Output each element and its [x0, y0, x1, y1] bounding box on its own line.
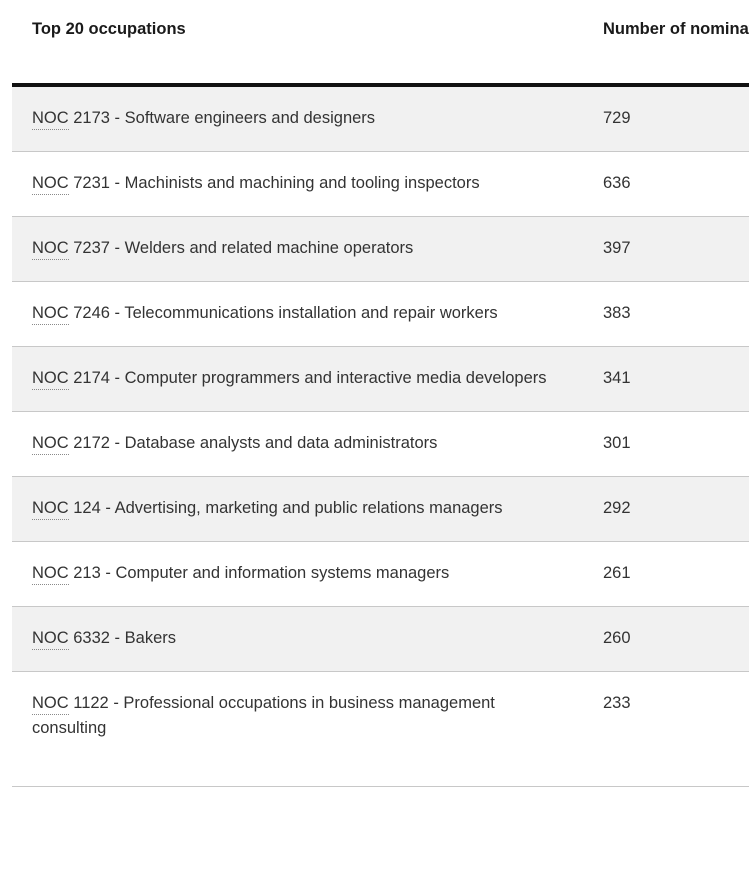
- noc-abbreviation[interactable]: NOC: [32, 369, 69, 390]
- table-row: NOC 124 - Advertising, marketing and pub…: [12, 476, 749, 542]
- occupation-title: Computer programmers and interactive med…: [124, 369, 547, 387]
- cell-nominations: 729: [583, 85, 749, 152]
- occupation-title: Advertising, marketing and public relati…: [114, 499, 503, 517]
- noc-abbreviation[interactable]: NOC: [32, 239, 69, 260]
- code-title-separator: -: [109, 369, 125, 387]
- noc-code: 6332: [68, 629, 110, 647]
- cell-occupation: NOC 213 - Computer and information syste…: [12, 541, 583, 607]
- cell-nominations: 260: [583, 606, 749, 672]
- noc-abbreviation[interactable]: NOC: [32, 564, 69, 585]
- cell-nominations: 383: [583, 281, 749, 347]
- noc-code: 2172: [68, 434, 110, 452]
- occupation-title: Welders and related machine operators: [124, 239, 414, 257]
- noc-abbreviation[interactable]: NOC: [32, 304, 69, 325]
- occupation-title: Software engineers and designers: [124, 109, 376, 127]
- cell-occupation: NOC 1122 - Professional occupations in b…: [12, 671, 583, 787]
- code-title-separator: -: [109, 109, 125, 127]
- occupation-title: Bakers: [124, 629, 176, 647]
- cell-occupation: NOC 2174 - Computer programmers and inte…: [12, 346, 583, 412]
- table-row: NOC 1122 - Professional occupations in b…: [12, 671, 749, 787]
- noc-code: 124: [68, 499, 101, 517]
- occupation-title: Telecommunications installation and repa…: [124, 304, 498, 322]
- table-row: NOC 2174 - Computer programmers and inte…: [12, 346, 749, 412]
- table-row: NOC 2173 - Software engineers and design…: [12, 85, 749, 152]
- code-title-separator: -: [109, 239, 125, 257]
- code-title-separator: -: [109, 434, 125, 452]
- cell-occupation: NOC 2172 - Database analysts and data ad…: [12, 411, 583, 477]
- cell-occupation: NOC 124 - Advertising, marketing and pub…: [12, 476, 583, 542]
- code-title-separator: -: [109, 304, 125, 322]
- table-row: NOC 7231 - Machinists and machining and …: [12, 151, 749, 217]
- noc-abbreviation[interactable]: NOC: [32, 694, 69, 715]
- code-title-separator: -: [108, 694, 124, 712]
- cell-occupation: NOC 7231 - Machinists and machining and …: [12, 151, 583, 217]
- table-row: NOC 6332 - Bakers 260: [12, 606, 749, 672]
- table-header: Top 20 occupations Number of nominations: [12, 0, 749, 87]
- noc-abbreviation[interactable]: NOC: [32, 499, 69, 520]
- column-header-nominations: Number of nominations: [583, 0, 749, 87]
- code-title-separator: -: [100, 564, 116, 582]
- cell-nominations: 261: [583, 541, 749, 607]
- occupation-title: Computer and information systems manager…: [115, 564, 450, 582]
- cell-nominations: 341: [583, 346, 749, 412]
- header-row: Top 20 occupations Number of nominations: [12, 0, 749, 87]
- noc-abbreviation[interactable]: NOC: [32, 109, 69, 130]
- table-row: NOC 7246 - Telecommunications installati…: [12, 281, 749, 347]
- cell-nominations: 636: [583, 151, 749, 217]
- noc-code: 2173: [68, 109, 110, 127]
- table-body: NOC 2173 - Software engineers and design…: [12, 85, 749, 787]
- cell-occupation: NOC 6332 - Bakers: [12, 606, 583, 672]
- noc-code: 1122: [68, 694, 109, 712]
- noc-code: 7246: [68, 304, 110, 322]
- noc-abbreviation[interactable]: NOC: [32, 434, 69, 455]
- cell-nominations: 292: [583, 476, 749, 542]
- noc-abbreviation[interactable]: NOC: [32, 174, 69, 195]
- top-occupations-table: Top 20 occupations Number of nominations…: [12, 0, 749, 787]
- code-title-separator: -: [100, 499, 115, 517]
- table-row: NOC 7237 - Welders and related machine o…: [12, 216, 749, 282]
- cell-occupation: NOC 7246 - Telecommunications installati…: [12, 281, 583, 347]
- noc-code: 2174: [68, 369, 110, 387]
- noc-abbreviation[interactable]: NOC: [32, 629, 69, 650]
- table-row: NOC 2172 - Database analysts and data ad…: [12, 411, 749, 477]
- cell-occupation: NOC 2173 - Software engineers and design…: [12, 85, 583, 152]
- occupation-title: Database analysts and data administrator…: [124, 434, 438, 452]
- occupation-title: Machinists and machining and tooling ins…: [124, 174, 480, 192]
- noc-code: 7237: [68, 239, 110, 257]
- noc-code: 7231: [68, 174, 110, 192]
- code-title-separator: -: [109, 629, 125, 647]
- cell-nominations: 397: [583, 216, 749, 282]
- code-title-separator: -: [109, 174, 125, 192]
- cell-nominations: 301: [583, 411, 749, 477]
- table-row: NOC 213 - Computer and information syste…: [12, 541, 749, 607]
- cell-nominations: 233: [583, 671, 749, 787]
- table-container: Top 20 occupations Number of nominations…: [0, 0, 749, 787]
- cell-occupation: NOC 7237 - Welders and related machine o…: [12, 216, 583, 282]
- column-header-occupations: Top 20 occupations: [12, 0, 583, 87]
- noc-code: 213: [68, 564, 101, 582]
